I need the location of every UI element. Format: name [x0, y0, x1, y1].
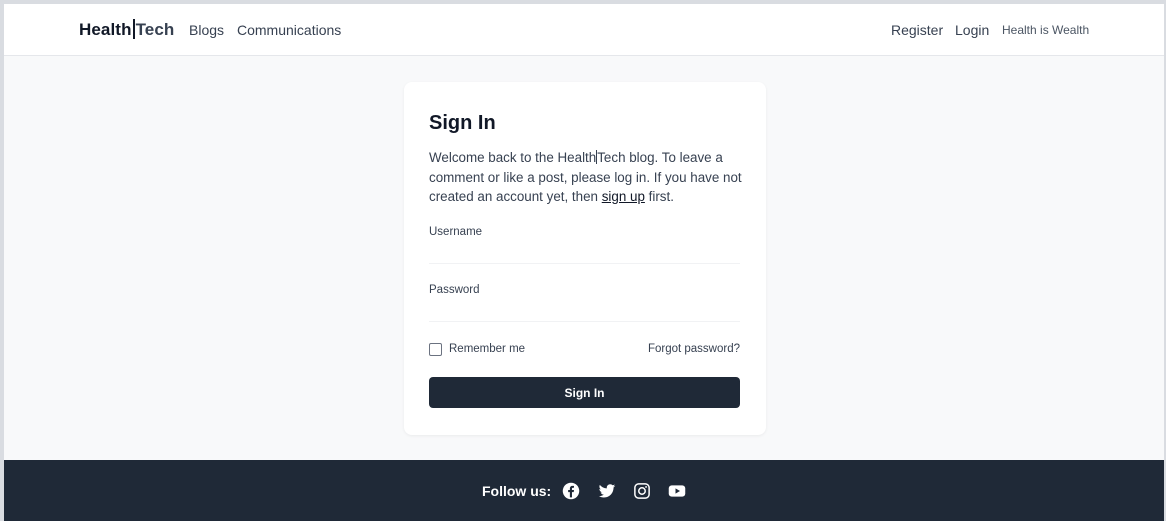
nav-communications-link[interactable]: Communications [237, 22, 341, 38]
remember-me-checkbox[interactable] [429, 343, 442, 356]
nav-register-link[interactable]: Register [891, 22, 943, 38]
forgot-password-link[interactable]: Forgot password? [648, 343, 740, 355]
brand-right: Tech [135, 20, 175, 39]
page-footer: Follow us: [4, 460, 1164, 521]
username-input[interactable] [429, 242, 740, 264]
nav-login-link[interactable]: Login [955, 22, 989, 38]
follow-us-label: Follow us: [482, 483, 552, 499]
signup-link[interactable]: sign up [602, 189, 645, 204]
remember-me-label[interactable]: Remember me [449, 343, 525, 355]
password-input[interactable] [429, 300, 740, 322]
site-tagline: Health is Wealth [1002, 23, 1090, 37]
page: Health Tech Blogs Communications Register… [4, 4, 1164, 521]
brand-left: Health [79, 20, 132, 39]
signin-description: Welcome back to the HealthTech blog. To … [429, 148, 747, 207]
nav-blogs-link[interactable]: Blogs [189, 22, 224, 38]
password-label: Password [429, 284, 480, 296]
twitter-icon[interactable] [598, 482, 616, 500]
youtube-icon[interactable] [668, 482, 686, 500]
desc-part3: first. [644, 189, 674, 204]
signin-title: Sign In [429, 112, 496, 134]
brand-logo[interactable]: Health Tech [79, 19, 174, 40]
username-label: Username [429, 226, 483, 238]
signin-button[interactable]: Sign In [429, 377, 740, 408]
brand-separator [132, 19, 135, 39]
facebook-icon[interactable] [562, 482, 580, 500]
top-navbar: Health Tech Blogs Communications Register… [4, 4, 1164, 56]
instagram-icon[interactable] [633, 482, 651, 500]
signin-card: Sign In Welcome back to the HealthTech b… [404, 82, 766, 435]
desc-part1: Welcome back to the Health [429, 150, 597, 165]
